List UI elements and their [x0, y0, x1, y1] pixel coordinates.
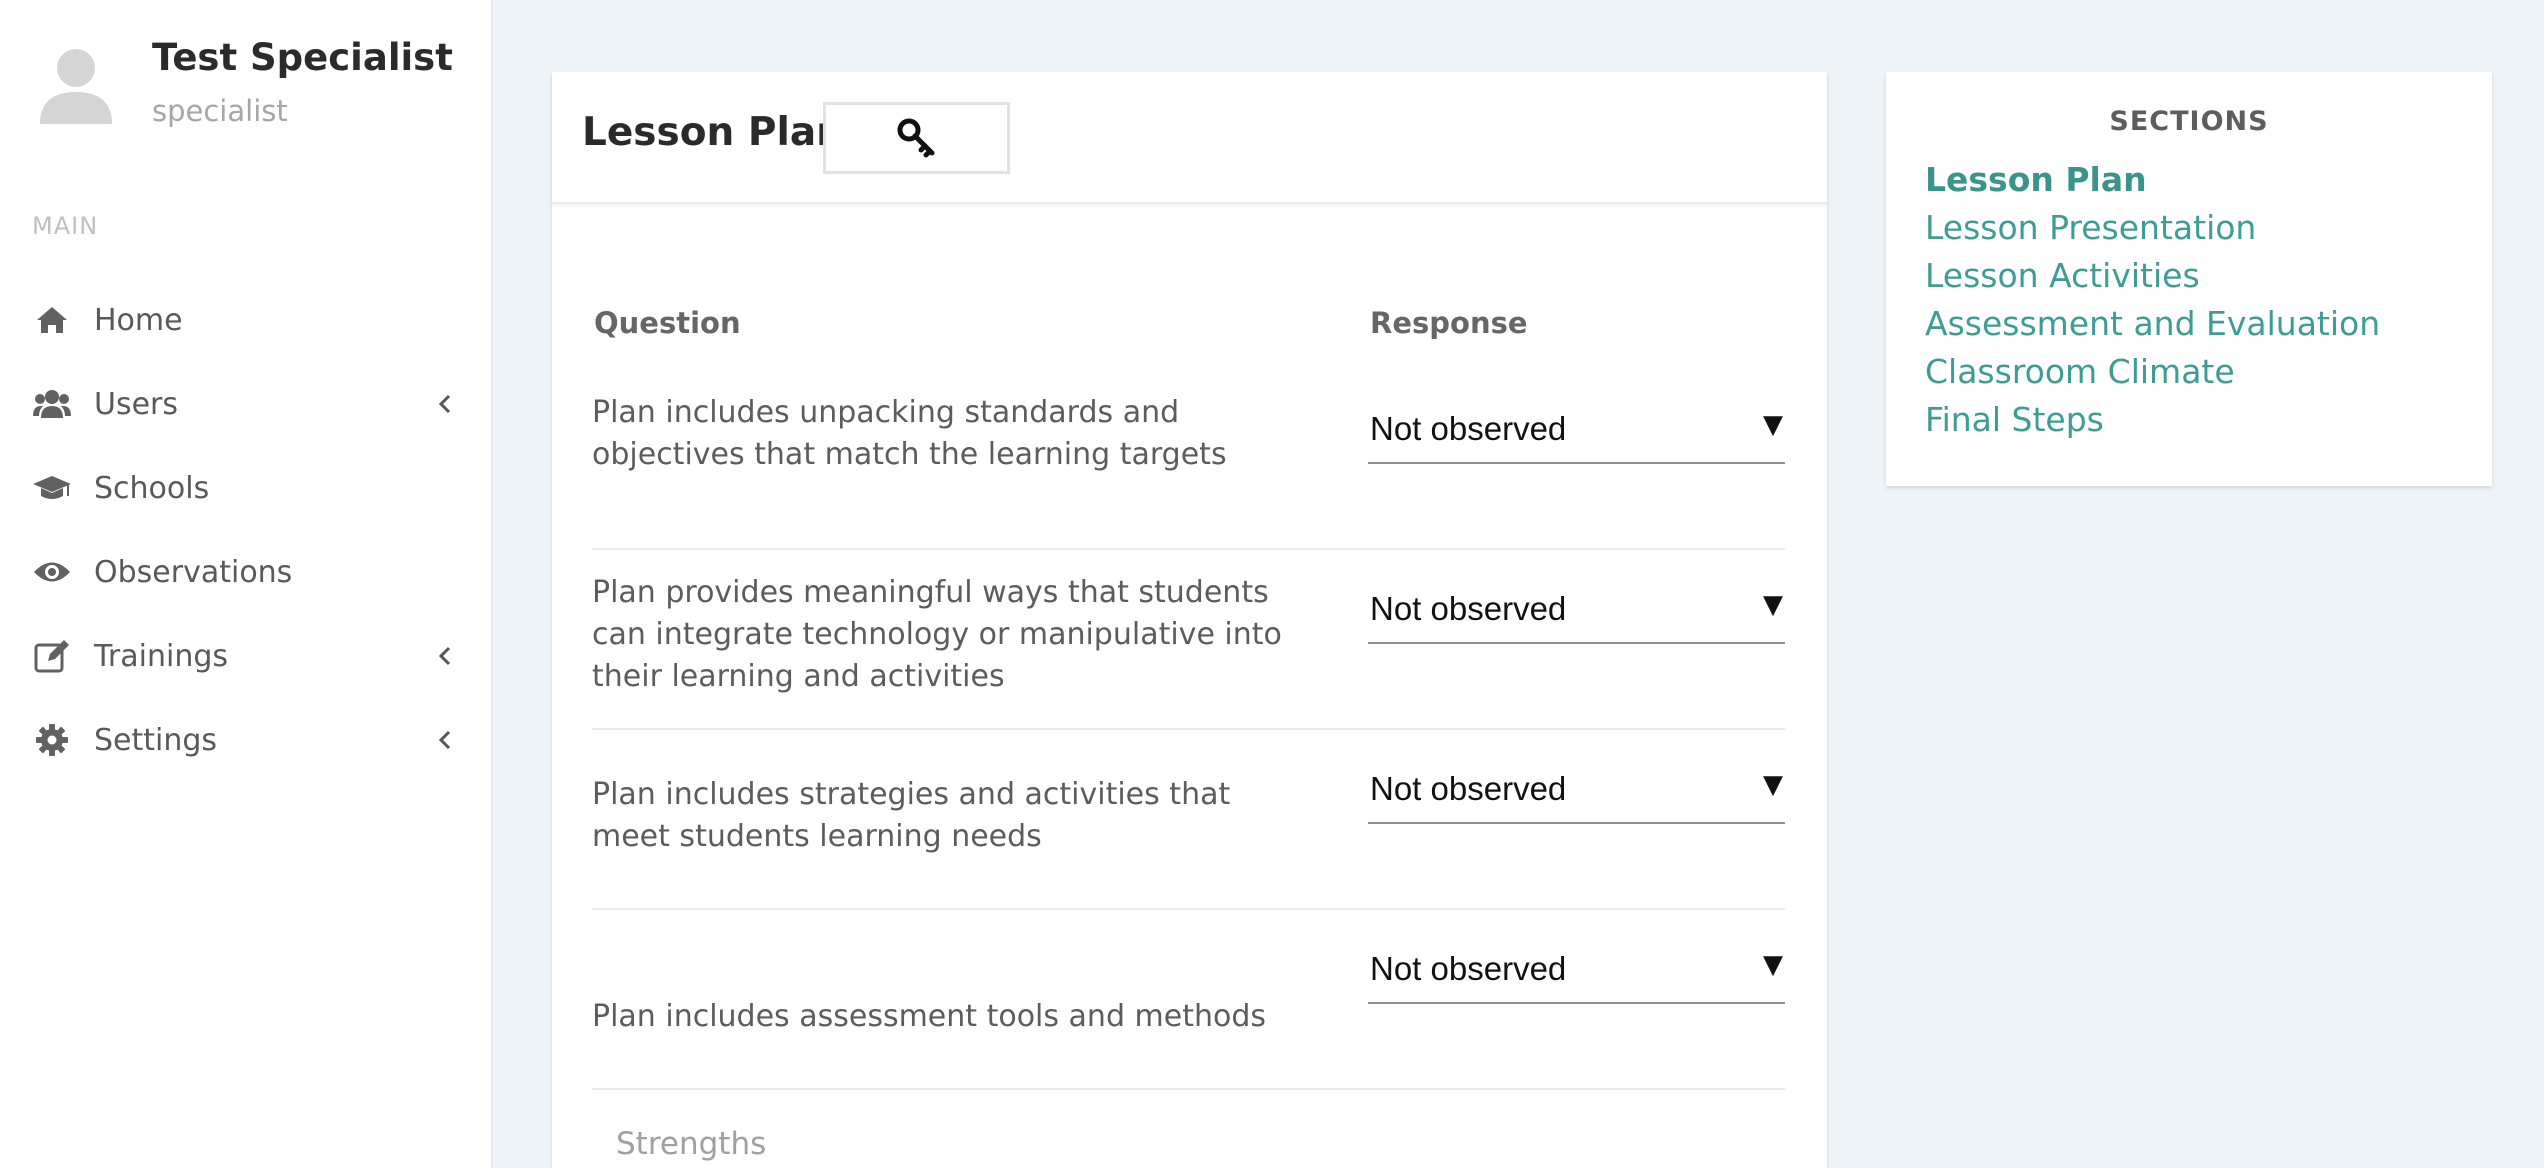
section-link-lesson-plan[interactable]: Lesson Plan	[1925, 156, 2380, 204]
eye-icon	[32, 552, 72, 592]
sidebar: Test Specialist specialist MAIN Home Use…	[0, 0, 493, 1168]
response-select[interactable]: Not observed ▼	[1368, 930, 1785, 1004]
column-header-response: Response	[1370, 306, 1528, 340]
question-text: Plan includes strategies and activities …	[592, 777, 1231, 854]
sidebar-item-label: Schools	[94, 470, 210, 506]
sidebar-item-observations[interactable]: Observations	[0, 530, 491, 614]
question-row: Plan includes strategies and activities …	[592, 730, 1785, 910]
sidebar-item-label: Users	[94, 386, 179, 422]
section-link-lesson-presentation[interactable]: Lesson Presentation	[1925, 204, 2380, 252]
profile-name: Test Specialist	[152, 36, 453, 79]
dropdown-arrow-icon: ▼	[1763, 590, 1783, 620]
sidebar-item-settings[interactable]: Settings	[0, 698, 491, 782]
sidebar-item-home[interactable]: Home	[0, 278, 491, 362]
sidebar-item-label: Observations	[94, 554, 293, 590]
section-link-classroom-climate[interactable]: Classroom Climate	[1925, 348, 2380, 396]
chevron-left-icon	[438, 646, 451, 666]
response-select[interactable]: Not observed ▼	[1368, 570, 1785, 644]
question-text: Plan provides meaningful ways that stude…	[592, 575, 1282, 694]
dropdown-arrow-icon: ▼	[1763, 950, 1783, 980]
users-icon	[32, 384, 72, 424]
response-select-value: Not observed	[1370, 590, 1567, 627]
section-link-final-steps[interactable]: Final Steps	[1925, 396, 2380, 444]
sections-panel: SECTIONS Lesson Plan Lesson Presentation…	[1886, 72, 2492, 486]
key-button[interactable]	[823, 102, 1010, 174]
dropdown-arrow-icon: ▼	[1763, 410, 1783, 440]
sidebar-item-label: Home	[94, 302, 183, 338]
page-title: Lesson Plan	[582, 110, 844, 155]
key-icon	[897, 118, 934, 158]
profile-role: specialist	[152, 94, 288, 128]
user-avatar-icon	[40, 49, 112, 124]
dropdown-arrow-icon: ▼	[1763, 770, 1783, 800]
gear-icon	[32, 720, 72, 760]
strengths-field-label[interactable]: Strengths	[616, 1126, 766, 1162]
sidebar-item-schools[interactable]: Schools	[0, 446, 491, 530]
chevron-left-icon	[438, 394, 451, 414]
question-row: Plan includes unpacking standards and ob…	[592, 370, 1785, 550]
question-text: Plan includes unpacking standards and ob…	[592, 395, 1227, 472]
question-list: Plan includes unpacking standards and ob…	[592, 370, 1785, 1090]
question-row: Plan includes assessment tools and metho…	[592, 910, 1785, 1090]
sidebar-item-trainings[interactable]: Trainings	[0, 614, 491, 698]
sidebar-item-label: Settings	[94, 722, 218, 758]
sections-list: Lesson Plan Lesson Presentation Lesson A…	[1925, 156, 2380, 444]
sidebar-item-label: Trainings	[94, 638, 229, 674]
question-row: Plan provides meaningful ways that stude…	[592, 550, 1785, 730]
response-select-value: Not observed	[1370, 770, 1567, 807]
edit-icon	[32, 636, 72, 676]
card-header: Lesson Plan	[552, 72, 1827, 204]
sidebar-nav: Home Users Schools Observations Training…	[0, 278, 491, 782]
sidebar-item-users[interactable]: Users	[0, 362, 491, 446]
response-select-value: Not observed	[1370, 950, 1567, 987]
question-text: Plan includes assessment tools and metho…	[592, 999, 1267, 1034]
sections-title: SECTIONS	[2109, 106, 2269, 137]
home-icon	[32, 300, 72, 340]
section-link-lesson-activities[interactable]: Lesson Activities	[1925, 252, 2380, 300]
section-link-assessment-evaluation[interactable]: Assessment and Evaluation	[1925, 300, 2380, 348]
lesson-plan-card: Lesson Plan Question Response Plan inclu…	[552, 72, 1827, 1168]
response-select[interactable]: Not observed ▼	[1368, 750, 1785, 824]
column-header-question: Question	[594, 306, 741, 340]
response-select-value: Not observed	[1370, 410, 1567, 447]
chevron-left-icon	[438, 730, 451, 750]
nav-heading: MAIN	[32, 212, 99, 240]
graduation-cap-icon	[32, 468, 72, 508]
response-select[interactable]: Not observed ▼	[1368, 390, 1785, 464]
user-profile: Test Specialist specialist	[36, 36, 476, 136]
